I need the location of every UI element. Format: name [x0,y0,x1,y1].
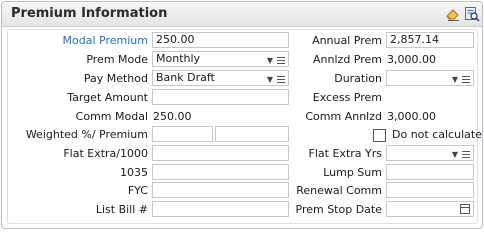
flat-extra-yrs-select[interactable]: ▼ [386,145,474,161]
row-1035: 1035 Lump Sum [8,164,482,183]
list-bill-input[interactable] [152,201,289,217]
panel-header: Premium Information [2,2,482,27]
prem-mode-label: Prem Mode [86,53,148,66]
fyc-label: FYC [127,184,148,197]
annual-prem-input[interactable]: 2,857.14 [386,32,474,48]
duration-label: Duration [334,72,382,85]
row-comm-modal: Comm Modal 250.00 Comm Annlzd 3,000.00 [8,108,482,127]
flat-extra-yrs-label: Flat Extra Yrs [308,147,382,160]
annlzd-prem-value: 3,000.00 [387,53,436,66]
list-icon[interactable] [462,150,470,159]
modal-premium-input[interactable]: 250.00 [152,32,289,48]
row-pay-method: Pay Method Bank Draft ▼ Duration ▼ [8,70,482,89]
flat-extra-label: Flat Extra/1000 [63,147,148,160]
comm-modal-label: Comm Modal [75,110,148,123]
renewal-comm-label: Renewal Comm [296,184,382,197]
row-target-amount: Target Amount Excess Prem [8,89,482,108]
pay-method-select[interactable]: Bank Draft ▼ [152,70,289,86]
pay-method-value: Bank Draft [156,71,215,84]
weighted-premium-input[interactable] [215,126,289,142]
duration-select[interactable]: ▼ [386,70,474,86]
calendar-icon[interactable] [460,204,470,214]
target-amount-input[interactable] [152,89,289,105]
list-icon[interactable] [462,75,470,84]
chevron-down-icon[interactable]: ▼ [452,75,458,84]
comm-annlzd-label: Comm Annlzd [305,110,382,123]
modal-premium-label: Modal Premium [62,34,148,47]
prem-mode-value: Monthly [156,52,201,65]
prem-stop-date-label: Prem Stop Date [295,203,383,216]
row-flat-extra: Flat Extra/1000 Flat Extra Yrs ▼ [8,145,482,164]
eraser-icon[interactable] [445,6,461,22]
weighted-percent-input[interactable] [152,126,213,142]
annual-prem-label: Annual Prem [312,34,382,47]
prem-stop-date-input[interactable] [386,201,474,217]
f1035-label: 1035 [120,166,148,179]
flat-extra-input[interactable] [152,145,289,161]
target-amount-label: Target Amount [67,91,148,104]
row-prem-mode: Prem Mode Monthly ▼ Annlzd Prem 3,000.00 [8,51,482,70]
comm-annlzd-value: 3,000.00 [387,110,436,123]
row-fyc: FYC Renewal Comm [8,182,482,201]
annlzd-prem-label: Annlzd Prem [313,53,382,66]
chevron-down-icon[interactable]: ▼ [452,150,458,159]
row-modal-premium: Modal Premium 250.00 Annual Prem 2,857.1… [8,32,482,51]
prem-mode-select[interactable]: Monthly ▼ [152,51,289,67]
list-bill-label: List Bill # [95,203,148,216]
do-not-calculate-checkbox[interactable] [373,129,386,142]
pay-method-label: Pay Method [83,72,148,85]
row-weighted-premium: Weighted %/ Premium Do not calculate [8,126,482,145]
weighted-premium-label: Weighted %/ Premium [25,128,148,141]
lump-sum-input[interactable] [386,164,474,180]
excess-prem-label: Excess Prem [312,91,382,104]
renewal-comm-input[interactable] [386,182,474,198]
fyc-input[interactable] [152,182,289,198]
f1035-input[interactable] [152,164,289,180]
lump-sum-label: Lump Sum [323,166,382,179]
row-list-bill: List Bill # Prem Stop Date [8,201,482,220]
premium-form: Modal Premium 250.00 Annual Prem 2,857.1… [7,29,482,224]
premium-information-panel: Premium Information Modal Premium 250.00… [1,1,483,229]
do-not-calculate-label: Do not calculate [392,128,482,141]
comm-modal-value: 250.00 [153,110,192,123]
panel-title: Premium Information [11,6,168,21]
search-document-icon[interactable] [464,6,480,22]
